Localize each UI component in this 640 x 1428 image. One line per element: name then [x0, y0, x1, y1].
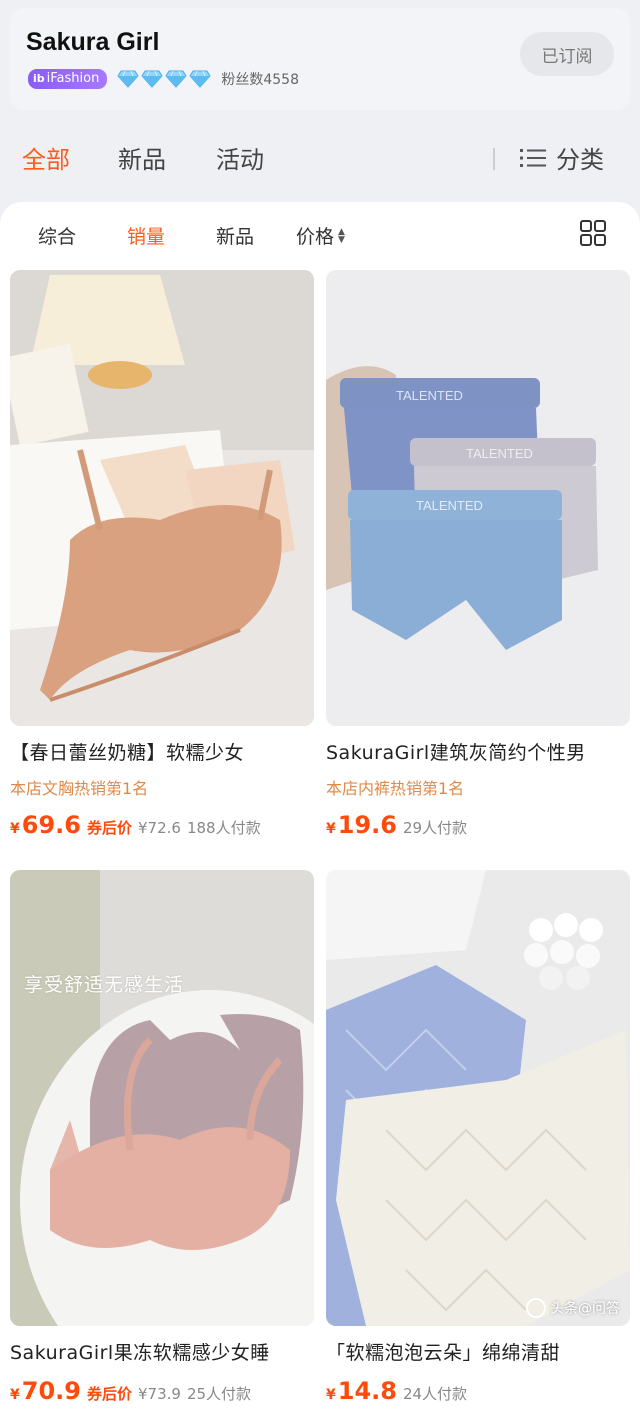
diamond-icon: [165, 70, 187, 88]
sales-count: 25人付款: [186, 1385, 252, 1403]
tab-activity[interactable]: 活动: [216, 140, 264, 175]
product-card[interactable]: 头条@问答 「软糯泡泡云朵」绵绵清甜 ¥ 14.8 24人付款: [326, 870, 630, 1405]
sort-price[interactable]: 价格 ▲ ▼: [296, 222, 345, 249]
product-title[interactable]: 【春日蕾丝奶糖】软糯少女: [10, 738, 314, 765]
currency-symbol: ¥: [326, 1387, 336, 1403]
product-card[interactable]: 【春日蕾丝奶糖】软糯少女 本店文胸热销第1名 ¥ 69.6 券后价 ¥72.6 …: [10, 270, 314, 839]
product-price: 14.8: [337, 1377, 397, 1405]
nav-divider: [493, 148, 495, 170]
currency-symbol: ¥: [10, 821, 20, 837]
list-icon: [520, 148, 546, 167]
grid-view-icon[interactable]: [580, 220, 606, 246]
boxer-briefs-photo: TALENTED TALENTED TALENTED: [326, 270, 630, 726]
diamond-icon: [141, 70, 163, 88]
price-row: ¥ 14.8 24人付款: [326, 1377, 630, 1405]
shop-level-diamonds: [117, 70, 213, 88]
shop-name[interactable]: Sakura Girl: [26, 28, 159, 57]
watermark-logo-icon: [526, 1298, 546, 1318]
waistband-text: TALENTED: [466, 446, 533, 461]
jelly-bra-photo: [10, 870, 314, 1326]
waistband-text: TALENTED: [396, 388, 463, 403]
product-card[interactable]: TALENTED TALENTED TALENTED SakuraGirl建筑灰…: [326, 270, 630, 839]
product-card[interactable]: 享受舒适无感生活 SakuraGirl果冻软糯感少女睡 ¥ 70.9 券后价 ¥…: [10, 870, 314, 1405]
coupon-label: 券后价: [86, 1385, 132, 1403]
sort-bar: 综合 销量 新品 价格 ▲ ▼: [0, 202, 640, 266]
shop-header: Sakura Girl ib iFashion 粉丝数4558 已订阅: [10, 8, 630, 110]
sales-count: 24人付款: [402, 1385, 468, 1403]
shop-nav-tabs: 全部 新品 活动 分类: [0, 140, 640, 180]
product-price: 69.6: [21, 811, 81, 839]
category-label: 分类: [556, 146, 604, 174]
product-image[interactable]: [10, 270, 314, 726]
ifashion-badge: ib iFashion: [28, 69, 108, 89]
shop-badge-row: ib iFashion 粉丝数4558: [28, 68, 299, 90]
product-image[interactable]: 享受舒适无感生活: [10, 870, 314, 1326]
watermark: 头条@问答: [526, 1298, 620, 1318]
coupon-label: 券后价: [86, 819, 132, 837]
lace-shorts-photo: [326, 870, 630, 1326]
product-price: 70.9: [21, 1377, 81, 1405]
product-title[interactable]: SakuraGirl果冻软糯感少女睡: [10, 1338, 314, 1365]
price-row: ¥ 69.6 券后价 ¥72.6 188人付款: [10, 811, 314, 839]
currency-symbol: ¥: [10, 1387, 20, 1403]
product-image[interactable]: 头条@问答: [326, 870, 630, 1326]
sort-arrows-icon: ▲ ▼: [338, 226, 345, 245]
diamond-icon: [189, 70, 211, 88]
category-button[interactable]: 分类: [520, 140, 604, 175]
price-row: ¥ 19.6 29人付款: [326, 811, 630, 839]
ifashion-logo-icon: ib: [33, 72, 45, 85]
diamond-icon: [117, 70, 139, 88]
product-title[interactable]: 「软糯泡泡云朵」绵绵清甜: [326, 1338, 630, 1365]
original-price: ¥73.9: [137, 1385, 181, 1403]
waistband-text: TALENTED: [416, 498, 483, 513]
price-row: ¥ 70.9 券后价 ¥73.9 25人付款: [10, 1377, 314, 1405]
tab-new[interactable]: 新品: [118, 140, 166, 175]
sort-price-label: 价格: [296, 226, 335, 248]
sales-count: 29人付款: [402, 819, 468, 837]
product-title[interactable]: SakuraGirl建筑灰简约个性男: [326, 738, 630, 765]
currency-symbol: ¥: [326, 821, 336, 837]
tab-all[interactable]: 全部: [22, 140, 70, 175]
watermark-text: 头条@问答: [550, 1301, 620, 1317]
subscribe-button[interactable]: 已订阅: [520, 32, 614, 76]
fans-count: 粉丝数4558: [221, 72, 299, 88]
product-rank: 本店内裤热销第1名: [326, 779, 465, 798]
ifashion-badge-label: iFashion: [46, 71, 100, 86]
bra-photo: [10, 270, 314, 726]
sort-new[interactable]: 新品: [216, 222, 254, 249]
product-rank: 本店文胸热销第1名: [10, 779, 149, 798]
original-price: ¥72.6: [137, 819, 181, 837]
sort-comprehensive[interactable]: 综合: [38, 222, 76, 249]
product-image[interactable]: TALENTED TALENTED TALENTED: [326, 270, 630, 726]
product-image-caption: 享受舒适无感生活: [24, 974, 185, 996]
product-panel: 综合 销量 新品 价格 ▲ ▼ 【春日蕾丝奶糖】软糯少女 本店文胸热销第1名 ¥…: [0, 202, 640, 1428]
product-price: 19.6: [337, 811, 397, 839]
sort-sales[interactable]: 销量: [127, 222, 165, 249]
sales-count: 188人付款: [186, 819, 261, 837]
